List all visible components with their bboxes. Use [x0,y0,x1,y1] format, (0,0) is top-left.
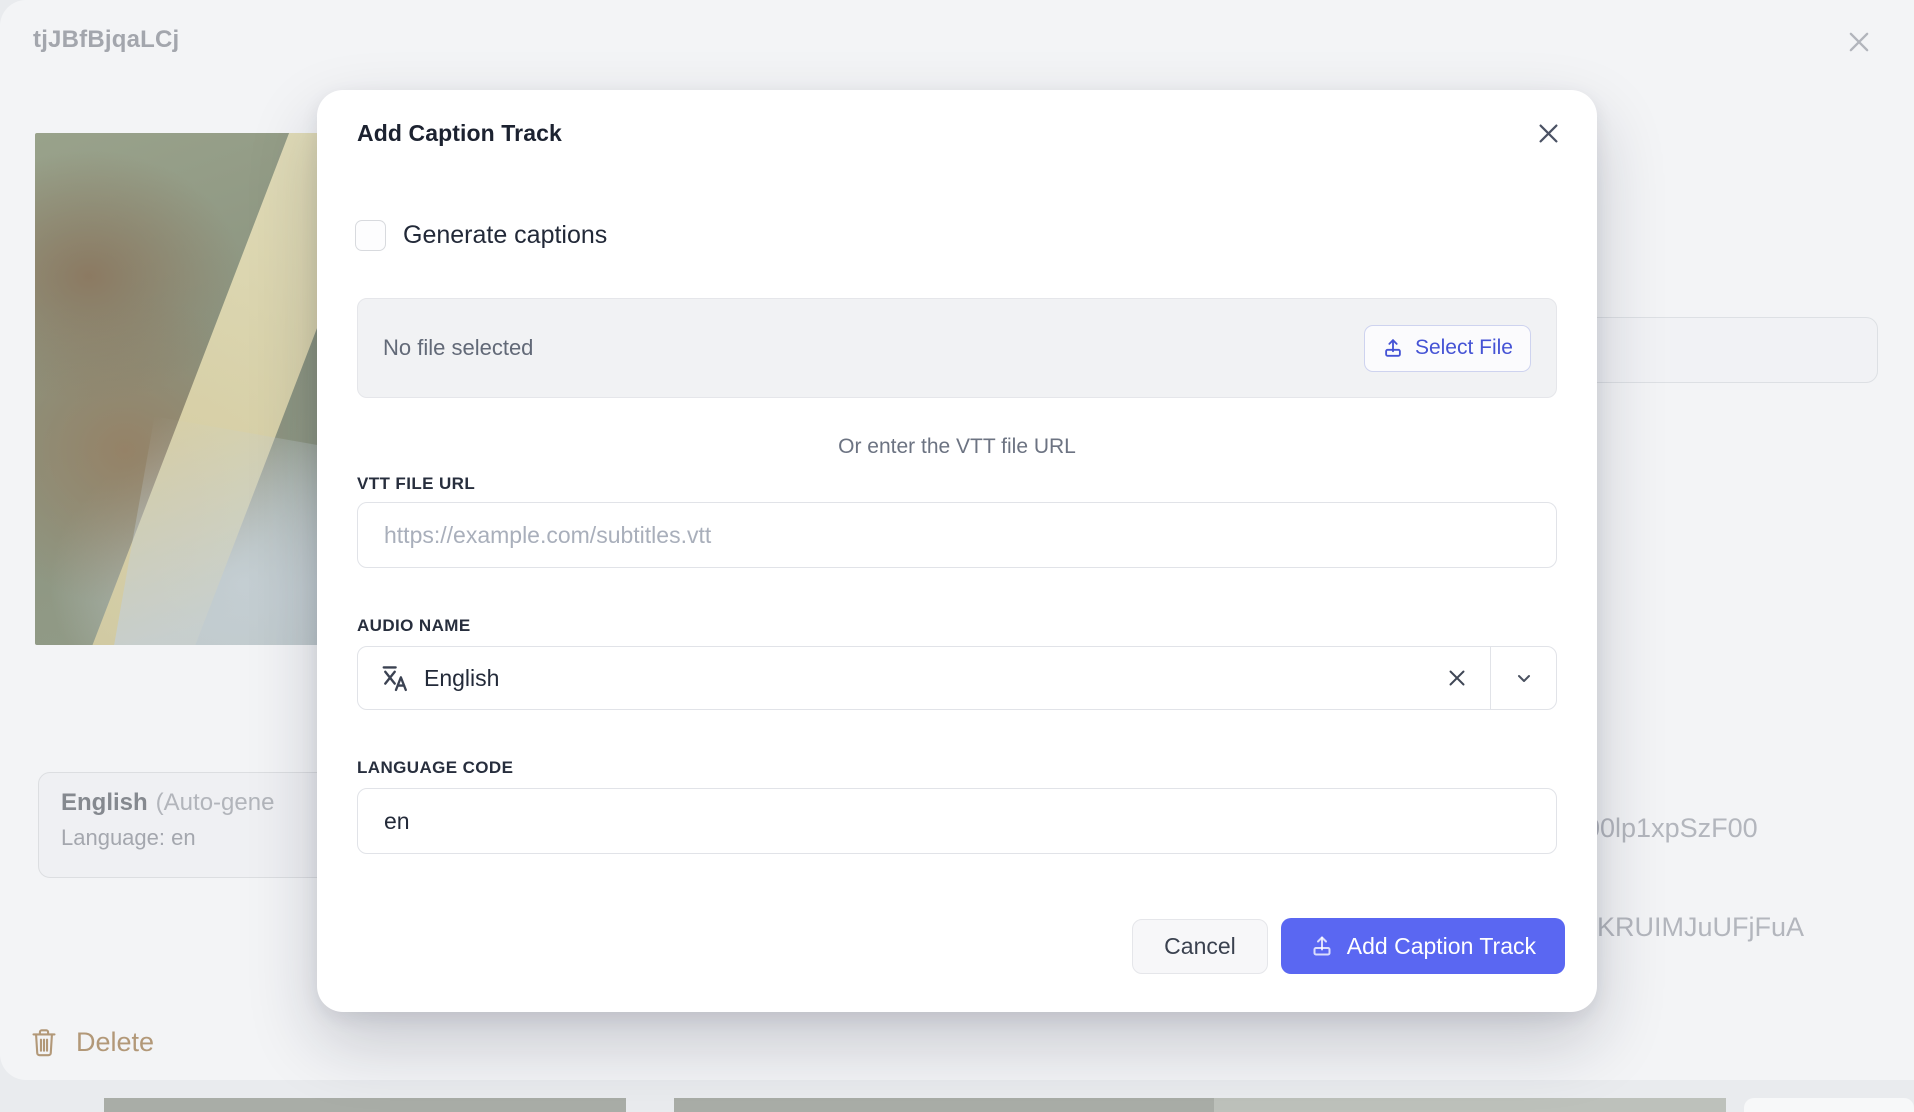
add-caption-track-label: Add Caption Track [1347,933,1536,960]
trash-icon [30,1026,58,1058]
translate-icon [380,663,410,693]
modal-title: Add Caption Track [357,120,562,147]
close-icon [1845,28,1873,56]
select-file-button[interactable]: Select File [1364,325,1531,372]
language-code-label: LANGUAGE CODE [357,758,513,778]
track-name: English [61,789,148,816]
select-file-label: Select File [1415,336,1513,360]
content-strip [1744,1098,1914,1112]
video-thumbnail [35,133,335,645]
generate-captions-row[interactable]: Generate captions [355,220,607,251]
audio-name-label: AUDIO NAME [357,616,471,636]
chevron-down-icon [1512,666,1536,690]
file-picker: No file selected Select File [357,298,1557,398]
or-divider-text: Or enter the VTT file URL [317,435,1597,459]
delete-button[interactable]: Delete [30,1026,154,1058]
generate-captions-checkbox[interactable] [355,220,386,251]
partial-id-text-1: 00lp1xpSzF00 [1585,813,1758,844]
page-title: tjJBfBjqaLCj [33,26,179,54]
audio-name-dropdown-button[interactable] [1490,647,1556,709]
vtt-url-label: VTT FILE URL [357,474,475,494]
track-name-suffix: (Auto-gene [156,789,275,816]
modal-close-button[interactable] [1531,116,1565,150]
upload-icon [1382,337,1404,359]
add-caption-track-button[interactable]: Add Caption Track [1281,918,1565,974]
content-strip [1214,1098,1726,1112]
partial-id-text-2: KRUIMJuUFjFuA [1597,912,1804,943]
content-strip [104,1098,626,1112]
upload-icon [1310,934,1334,958]
cancel-button[interactable]: Cancel [1132,919,1268,974]
audio-name-input[interactable] [410,665,1442,692]
thumbnail-highlight-2 [99,416,335,645]
clear-audio-name-button[interactable] [1442,663,1472,693]
content-strip [674,1098,1214,1112]
page-close-button[interactable] [1843,26,1875,58]
add-caption-track-modal: Add Caption Track Generate captions No f… [317,90,1597,1012]
modal-footer: Cancel Add Caption Track [1132,918,1565,974]
vtt-url-input[interactable] [357,502,1557,568]
background-partial-input [1566,317,1878,383]
delete-label: Delete [76,1027,154,1058]
audio-name-combobox [357,646,1557,710]
screen: tjJBfBjqaLCj English(Auto-gene Language:… [0,0,1914,1112]
close-icon [1535,120,1562,147]
generate-captions-label: Generate captions [403,221,607,250]
file-status-text: No file selected [383,335,533,361]
language-code-input[interactable] [357,788,1557,854]
clear-icon [1444,665,1470,691]
